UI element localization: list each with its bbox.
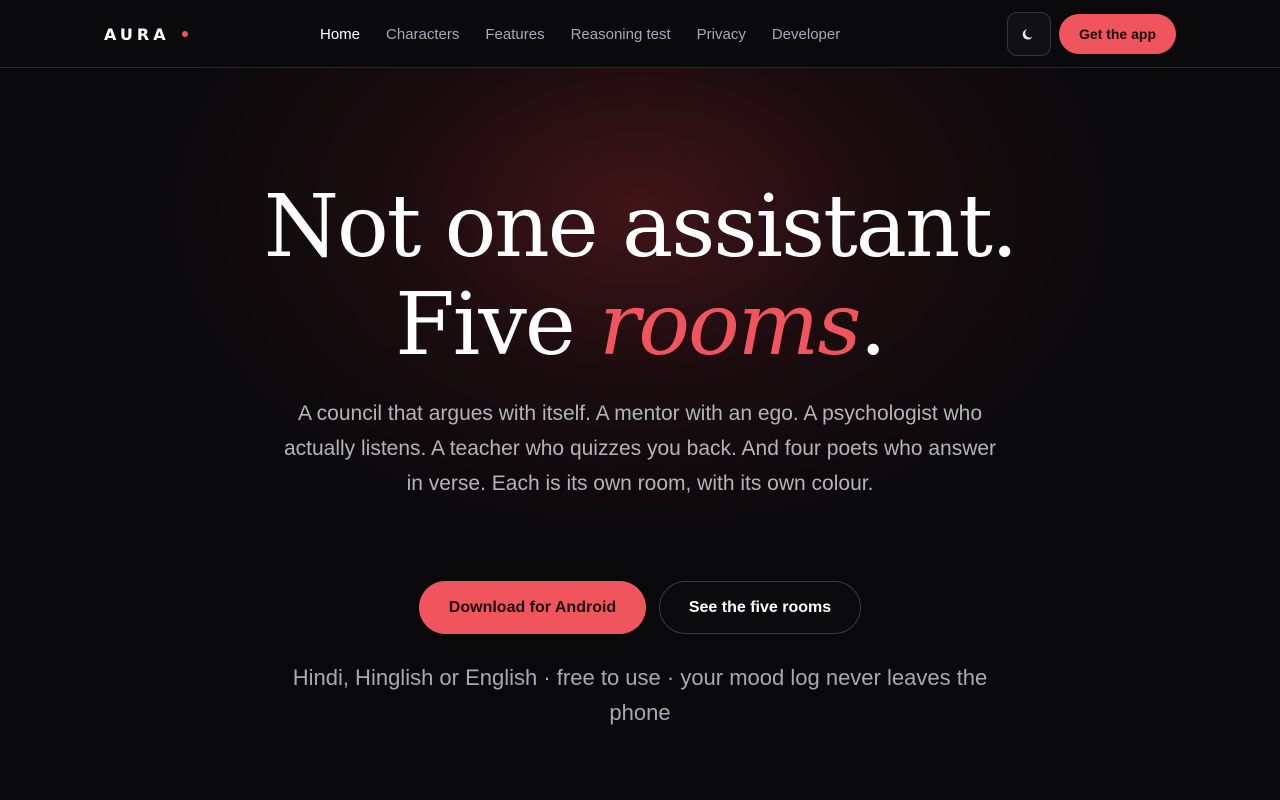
hero-title-accent: rooms: [599, 275, 861, 375]
nav-link-privacy[interactable]: Privacy: [697, 26, 746, 43]
nav-link-characters[interactable]: Characters: [386, 26, 459, 43]
hero-title-line2-suffix: .: [859, 275, 887, 375]
top-navbar: AURA Home Characters Features Reasoning …: [0, 0, 1280, 68]
brand-name: AURA: [104, 24, 170, 44]
hero-title: Not one assistant. Five rooms.: [0, 178, 1280, 374]
see-five-rooms-button[interactable]: See the five rooms: [659, 581, 861, 634]
nav-link-features[interactable]: Features: [485, 26, 544, 43]
hero-note: Hindi, Hinglish or English · free to use…: [292, 665, 988, 725]
nav-link-home[interactable]: Home: [320, 26, 360, 43]
hero-subtitle: A council that argues with itself. A men…: [283, 402, 997, 495]
brand-logo[interactable]: AURA: [104, 24, 188, 44]
nav-link-reasoning-test[interactable]: Reasoning test: [571, 26, 671, 43]
main-nav: Home Characters Features Reasoning test …: [320, 24, 840, 44]
get-app-button[interactable]: Get the app: [1059, 14, 1176, 54]
brand-dot-icon: [181, 31, 188, 37]
hero-title-line1: Not one assistant.: [263, 177, 1019, 277]
moon-icon: [1022, 29, 1033, 40]
theme-toggle-button[interactable]: [1007, 12, 1051, 56]
download-android-button[interactable]: Download for Android: [419, 581, 646, 634]
nav-link-developer[interactable]: Developer: [772, 26, 840, 43]
hero-title-line2-prefix: Five: [395, 275, 600, 375]
